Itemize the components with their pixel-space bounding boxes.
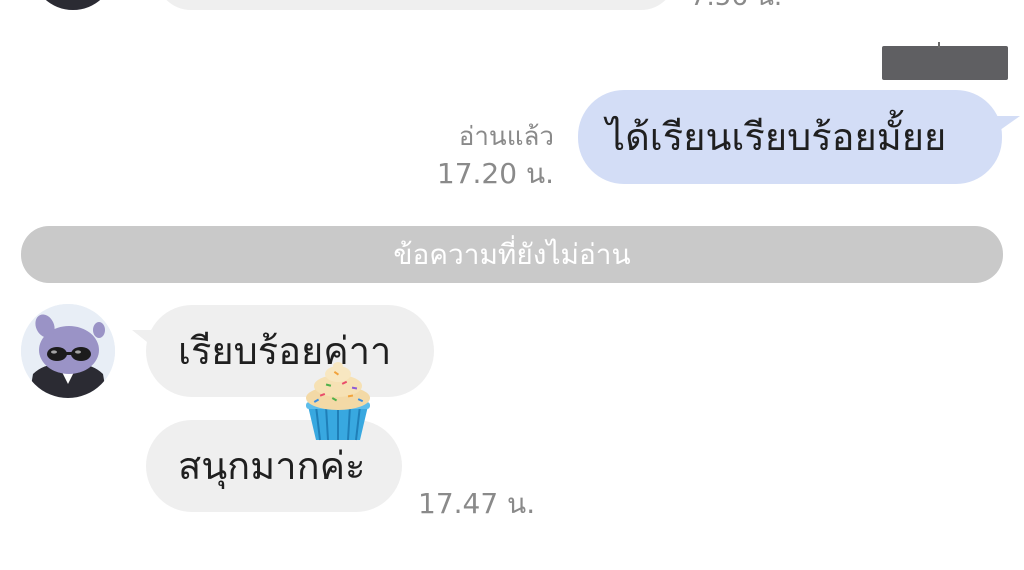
unread-messages-divider: ข้อความที่ยังไม่อ่าน — [21, 226, 1003, 283]
read-receipt-label: อ่านแล้ว — [458, 122, 554, 152]
outgoing-message-bubble[interactable]: ได้เรียนเรียบร้อยมั้ยย — [578, 90, 1002, 184]
incoming-message-time: 17.47 น. — [418, 487, 536, 520]
cartoon-mouse-avatar-icon — [21, 304, 115, 398]
chat-screen: 7.56 น. อ่านแล้ว 17.20 น. ได้เรียนเรียบร… — [0, 0, 1024, 570]
unread-divider-label: ข้อความที่ยังไม่อ่าน — [393, 237, 631, 271]
cupcake-icon — [306, 362, 370, 441]
incoming-message-bubble[interactable]: เรียบร้อยค่าา — [146, 305, 434, 397]
incoming-message-text: สนุกมากค่ะ — [178, 444, 366, 488]
previous-sender-avatar[interactable] — [32, 0, 114, 10]
previous-message-time: 7.56 น. — [690, 0, 782, 10]
sender-avatar[interactable] — [21, 304, 115, 398]
redacted-area — [882, 42, 1008, 80]
previous-message-bubble[interactable] — [156, 0, 676, 10]
outgoing-message-text: ได้เรียนเรียบร้อยมั้ยย — [606, 115, 947, 159]
outgoing-message-time: 17.20 น. — [436, 157, 554, 190]
